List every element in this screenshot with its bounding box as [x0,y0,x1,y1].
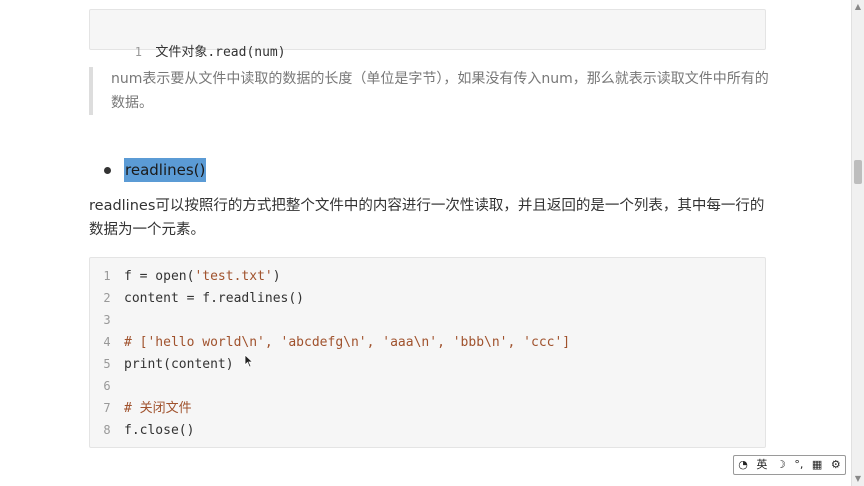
scrollbar-thumb[interactable] [854,160,862,184]
code-line: 3 [90,309,124,331]
note-text: num表示要从文件中读取的数据的长度（单位是字节），如果没有传入num，那么就表… [111,71,769,111]
code-line: 7 # 关闭文件 [90,397,192,419]
line-number: 7 [103,401,111,415]
scroll-down-icon[interactable]: ▼ [854,475,862,483]
read-code-block: 1 文件对象.read(num) [89,9,766,60]
code-text: f = open( [124,269,195,284]
ime-language-toggle[interactable]: 英 [756,456,767,474]
code-line: 1 f = open('test.txt') [90,265,281,287]
line-number: 4 [103,335,111,349]
code-comment: # 关闭文件 [124,401,192,416]
line-number: 1 [103,269,111,283]
code-text: content = f.readlines() [124,291,305,306]
bullet-dot-icon [104,167,111,174]
code-line: 1 文件对象.read(num) [90,19,286,60]
description-paragraph: readlines可以按照行的方式把整个文件中的内容进行一次性读取，并且返回的是… [89,194,769,242]
code-text: ) [272,269,281,284]
line-number: 2 [103,291,111,305]
line-number: 3 [103,313,111,327]
line-number: 5 [103,357,111,371]
code-line: 6 [90,375,124,397]
vertical-scrollbar[interactable]: ▲ ▼ [851,0,864,486]
ime-punctuation-icon[interactable]: °, [794,456,803,474]
ime-moon-icon[interactable]: ☽ [776,456,786,474]
mouse-cursor-icon [244,354,254,368]
paragraph-text: readlines可以按照行的方式把整个文件中的内容进行一次性读取，并且返回的是… [89,198,765,238]
ime-logo-icon[interactable]: ◔ [738,456,748,474]
line-number: 8 [103,423,111,437]
code-line: 5 print(content) [90,353,234,375]
code-text: 文件对象.read(num) [155,45,286,60]
ime-settings-icon[interactable]: ⚙ [831,456,841,474]
note-blockquote: num表示要从文件中读取的数据的长度（单位是字节），如果没有传入num，那么就表… [89,67,781,115]
code-text: f.close() [124,423,195,438]
code-string: 'test.txt' [194,269,273,284]
code-line: 2 content = f.readlines() [90,287,304,309]
readlines-code-block: 1 f = open('test.txt') 2 content = f.readli… [89,257,766,448]
code-text: print(content) [124,357,234,372]
code-comment: # ['hello world\n', 'abcdefg\n', 'aaa\n'… [124,335,571,350]
code-line: 8 f.close() [90,419,194,441]
line-number: 1 [134,45,142,59]
ime-toolbar[interactable]: ◔ 英 ☽ °, ▦ ⚙ [733,455,846,475]
ime-keyboard-icon[interactable]: ▦ [812,456,822,474]
bullet-label-selected[interactable]: readlines() [124,158,207,182]
code-line: 4 # ['hello world\n', 'abcdefg\n', 'aaa\n… [90,331,570,353]
line-number: 6 [103,379,111,393]
scroll-up-icon[interactable]: ▲ [854,3,862,11]
